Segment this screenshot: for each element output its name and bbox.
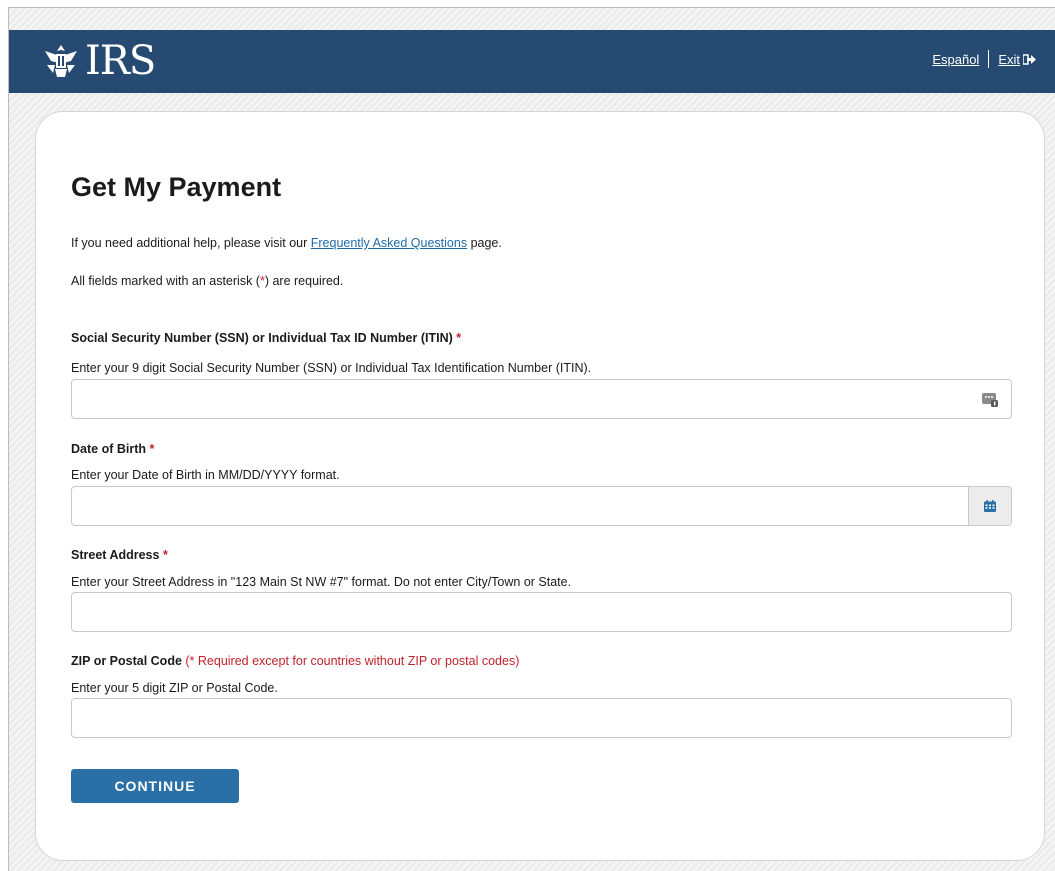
espanol-link[interactable]: Español [932,52,979,67]
zip-input[interactable] [71,698,1012,738]
zip-label: ZIP or Postal Code (* Required except fo… [71,654,519,668]
calendar-icon [984,500,996,512]
help-text: If you need additional help, please visi… [71,236,502,250]
street-required-mark: * [162,548,168,562]
dob-label-text: Date of Birth [71,442,146,456]
site-header: IRS Español Exit [9,30,1055,93]
required-fields-note: All fields marked with an asterisk (*) a… [71,274,343,288]
faq-link[interactable]: Frequently Asked Questions [311,236,467,250]
calendar-button[interactable] [968,487,1011,525]
continue-button[interactable]: CONTINUE [71,769,239,803]
dob-label: Date of Birth * [71,442,154,456]
irs-logo-text: IRS [85,38,156,84]
page-title: Get My Payment [71,172,282,202]
street-label: Street Address * [71,548,168,562]
dob-input[interactable] [71,486,1012,526]
dob-required-mark: * [149,442,155,456]
help-text-after: page. [467,236,502,250]
header-link-divider [988,50,990,68]
ssn-label-text: Social Security Number (SSN) or Individu… [71,331,453,345]
help-text-before: If you need additional help, please visi… [71,236,311,250]
exit-link-label: Exit [998,51,1020,67]
irs-logo[interactable]: IRS [41,38,156,84]
street-help: Enter your Street Address in "123 Main S… [71,575,572,589]
irs-eagle-icon [45,45,77,77]
keypad-icon[interactable] [981,390,999,408]
required-note-after: ) are required. [264,274,344,288]
zip-label-text: ZIP or Postal Code [71,654,182,668]
ssn-help: Enter your 9 digit Social Security Numbe… [71,361,592,375]
ssn-input[interactable] [71,379,1012,419]
exit-arrow-icon [1023,53,1036,65]
street-label-text: Street Address [71,548,160,562]
zip-help: Enter your 5 digit ZIP or Postal Code. [71,681,278,695]
header-links: Español Exit [932,50,1036,68]
ssn-label: Social Security Number (SSN) or Individu… [71,331,461,345]
exit-link[interactable]: Exit [998,52,1036,67]
dob-help: Enter your Date of Birth in MM/DD/YYYY f… [71,468,340,482]
browser-viewport: IRS Español Exit Get My Payment If you n… [8,7,1055,871]
payment-form-card: Get My Payment If you need additional he… [35,111,1045,861]
street-input[interactable] [71,592,1012,632]
ssn-required-mark: * [456,331,462,345]
zip-required-note: (* Required except for countries without… [185,654,520,668]
required-note-before: All fields marked with an asterisk ( [71,274,260,288]
